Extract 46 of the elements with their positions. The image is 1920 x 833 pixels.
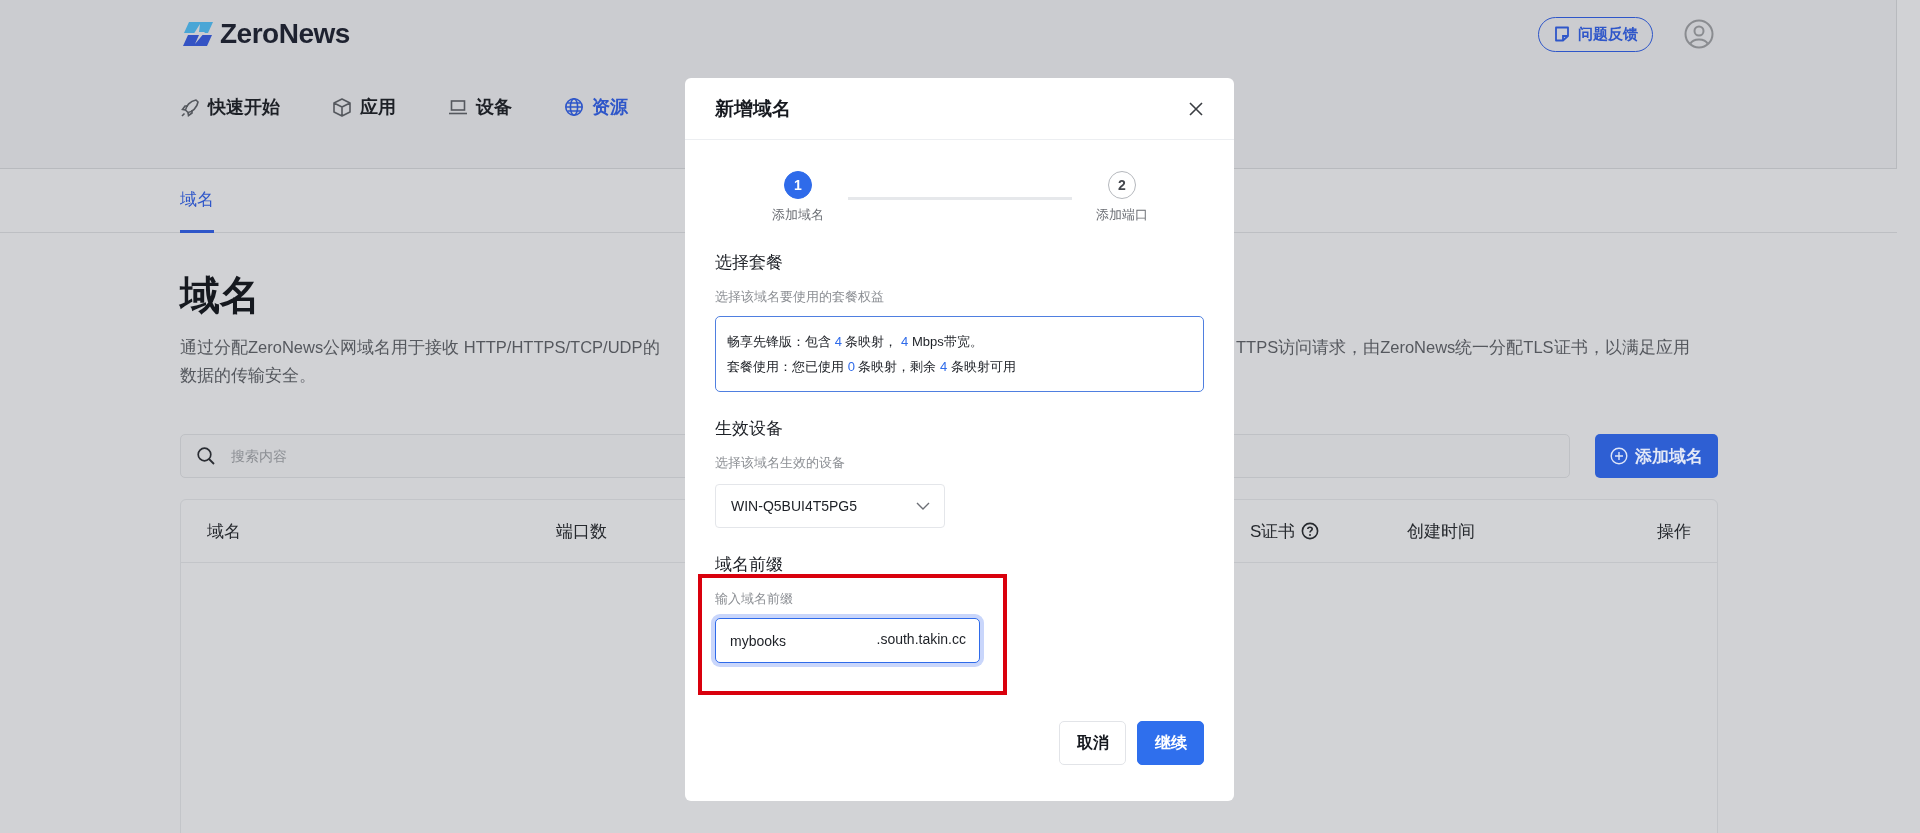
domain-suffix: .south.takin.cc bbox=[876, 631, 966, 647]
nav-item[interactable]: 应用 bbox=[332, 95, 396, 119]
search-icon bbox=[196, 446, 216, 466]
tab[interactable]: 域名 bbox=[180, 188, 214, 233]
column-header: 创建时间 bbox=[1407, 520, 1475, 543]
description-text: 通过分配ZeroNews公网域名用于接收 HTTP/HTTPS/TCP/UDP的 bbox=[180, 337, 660, 358]
cube-icon bbox=[332, 97, 352, 117]
nav-item[interactable]: 快速开始 bbox=[180, 95, 280, 119]
note-icon bbox=[1553, 25, 1571, 43]
help-icon bbox=[1301, 522, 1320, 540]
plan-text: 套餐使用：您已使用 0 条映射，剩余 4 条映射可用 bbox=[727, 358, 1017, 376]
section-title: 域名前缀 bbox=[715, 554, 784, 576]
plus-circle-icon bbox=[1610, 447, 1628, 465]
section-hint: 选择该域名要使用的套餐权益 bbox=[715, 288, 885, 306]
column-header: S证书 bbox=[1250, 520, 1296, 543]
section-title: 生效设备 bbox=[715, 418, 784, 440]
step-label: 添加端口 bbox=[1096, 206, 1148, 224]
column-header: 端口数 bbox=[556, 520, 607, 543]
nav-item[interactable]: 资源 bbox=[564, 95, 628, 119]
step-label: 添加域名 bbox=[772, 206, 824, 224]
nav-item[interactable]: 设备 bbox=[448, 95, 512, 119]
logo[interactable]: ZeroNews bbox=[180, 18, 350, 50]
section-hint: 选择该域名生效的设备 bbox=[715, 454, 846, 472]
section-hint: 输入域名前缀 bbox=[715, 590, 794, 608]
chevron-down-icon bbox=[916, 502, 930, 510]
close-button[interactable] bbox=[1188, 100, 1204, 117]
description-text: 数据的传输安全。 bbox=[180, 365, 316, 386]
section-title: 选择套餐 bbox=[715, 252, 784, 274]
device-dropdown[interactable]: WIN-Q5BUI4T5PG5 bbox=[715, 484, 945, 528]
column-header: 域名 bbox=[207, 520, 241, 543]
rocket-icon bbox=[180, 97, 200, 117]
step-indicator: 2 bbox=[1108, 171, 1136, 199]
plan-card[interactable]: 畅享先锋版：包含 4 条映射， 4 Mbps带宽。 套餐使用：您已使用 0 条映射，剩余 4 条映射可用 bbox=[715, 316, 1204, 392]
page-title: 域名 bbox=[180, 272, 260, 319]
dialog-title: 新增域名 bbox=[715, 96, 791, 121]
close-icon bbox=[1188, 100, 1204, 117]
column-header: 操作 bbox=[1657, 520, 1691, 543]
description-text: TTPS访问请求，由ZeroNews统一分配TLS证书，以满足应用 bbox=[1236, 337, 1690, 358]
cancel-button[interactable]: 取消 bbox=[1059, 721, 1126, 765]
plan-text: 畅享先锋版：包含 4 条映射， 4 Mbps带宽。 bbox=[727, 333, 984, 351]
globe-icon bbox=[564, 97, 584, 117]
continue-button[interactable]: 继续 bbox=[1137, 721, 1204, 765]
add-domain-button[interactable]: 添加域名 bbox=[1595, 434, 1718, 478]
step-indicator: 1 bbox=[784, 171, 812, 199]
avatar-icon bbox=[1684, 19, 1714, 49]
laptop-icon bbox=[448, 97, 468, 117]
